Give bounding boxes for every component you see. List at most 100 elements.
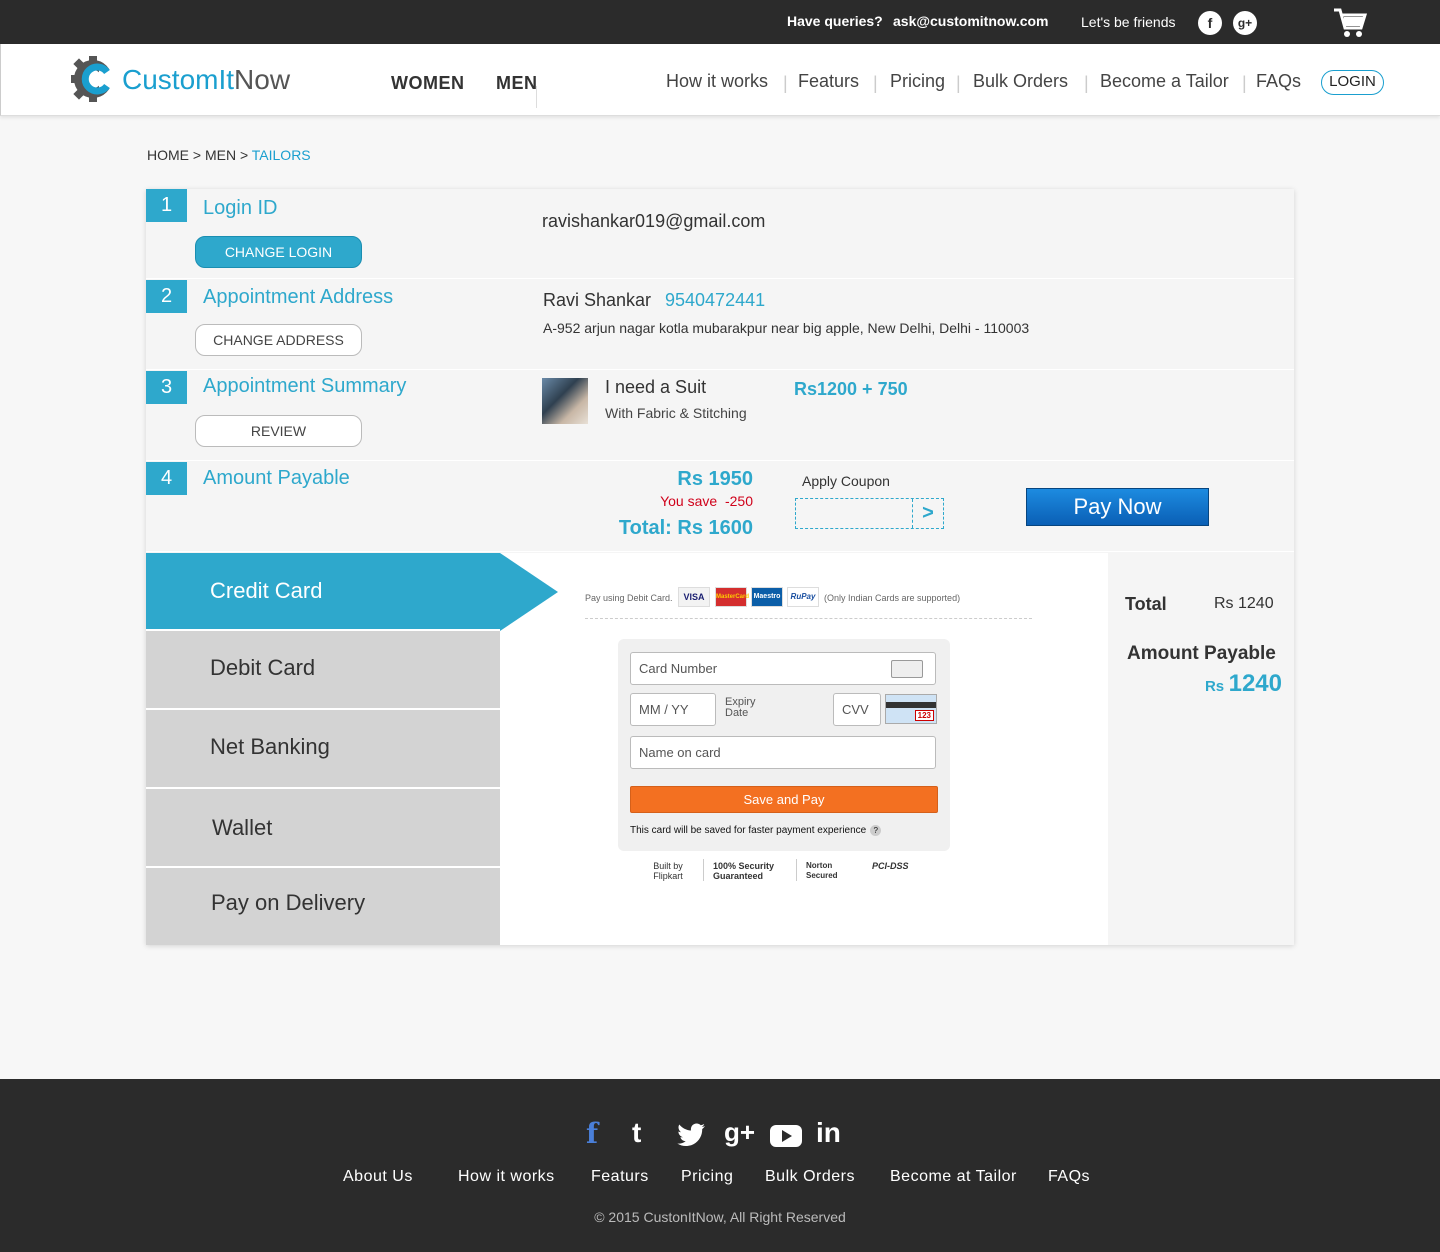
nav-separator: | bbox=[1242, 73, 1247, 93]
method-wallet[interactable]: Wallet bbox=[146, 789, 500, 868]
method-pay-on-delivery[interactable]: Pay on Delivery bbox=[146, 868, 500, 945]
site-footer: f t g+ in About Us How it works Featurs … bbox=[0, 1079, 1440, 1252]
save-and-pay-button[interactable]: Save and Pay bbox=[630, 786, 938, 813]
expiry-field[interactable]: MM / YY bbox=[630, 693, 716, 726]
accepted-cards-row: Pay using Debit Card. VISA MasterCard Ma… bbox=[585, 587, 1032, 619]
pci-dss-badge: PCI-DSS bbox=[872, 861, 909, 871]
norton-badge: Norton Secured bbox=[806, 861, 838, 880]
summary-total-value: Rs 1240 bbox=[1214, 595, 1274, 612]
coupon-input[interactable]: > bbox=[795, 498, 944, 529]
help-icon[interactable]: ? bbox=[870, 825, 882, 836]
friends-label: Let's be friends bbox=[1081, 14, 1176, 30]
change-address-button[interactable]: CHANGE ADDRESS bbox=[195, 324, 362, 356]
checkout-card: 1 Login ID CHANGE LOGIN ravishankar019@g… bbox=[146, 189, 1294, 945]
customer-address: A-952 arjun nagar kotla mubarakpur near … bbox=[543, 320, 1030, 336]
apply-coupon-button[interactable]: > bbox=[912, 499, 943, 528]
login-button[interactable]: LOGIN bbox=[1321, 70, 1384, 95]
step-title: Amount Payable bbox=[203, 467, 350, 489]
customer-name: Ravi Shankar bbox=[543, 290, 652, 310]
total-value: Total: Rs 1600 bbox=[618, 517, 753, 539]
footer-faqs[interactable]: FAQs bbox=[1048, 1168, 1090, 1186]
nav-how-it-works[interactable]: How it works bbox=[666, 71, 768, 92]
footer-become-tailor[interactable]: Become at Tailor bbox=[890, 1168, 1017, 1186]
logo-text[interactable]: CustomItNow bbox=[122, 64, 290, 96]
card-form: Card Number MM / YY Expiry Date CVV 123 … bbox=[618, 639, 950, 851]
nav-faqs[interactable]: FAQs bbox=[1256, 71, 1301, 92]
name-on-card-field[interactable]: Name on card bbox=[630, 736, 936, 769]
cards-note: (Only Indian Cards are supported) bbox=[824, 593, 961, 603]
queries-label: Have queries? bbox=[787, 13, 883, 29]
footer-bulk-orders[interactable]: Bulk Orders bbox=[765, 1168, 855, 1186]
breadcrumb-path[interactable]: HOME > MEN > bbox=[147, 147, 252, 163]
badge-divider bbox=[703, 859, 704, 881]
footer-youtube-icon[interactable] bbox=[770, 1125, 802, 1147]
order-summary: Total Rs 1240 Amount Payable Rs 1240 bbox=[1108, 553, 1294, 945]
pay-now-button[interactable]: Pay Now bbox=[1026, 488, 1209, 526]
order-item-title: I need a Suit bbox=[605, 377, 707, 397]
nav-bulk-orders[interactable]: Bulk Orders bbox=[973, 71, 1068, 92]
mastercard-icon: MasterCard bbox=[715, 587, 749, 607]
step-number: 4 bbox=[146, 462, 187, 495]
support-email-link[interactable]: ask@customitnow.com bbox=[893, 13, 1049, 29]
cart-icon[interactable] bbox=[1333, 7, 1367, 39]
badge-divider bbox=[796, 859, 797, 881]
cvv-field[interactable]: CVV bbox=[833, 693, 881, 726]
nav-separator: | bbox=[1084, 73, 1089, 93]
site-header: CustomItNow WOMEN MEN How it works | Fea… bbox=[0, 44, 1440, 116]
nav-women[interactable]: WOMEN bbox=[391, 73, 465, 94]
footer-google-plus-icon[interactable]: g+ bbox=[724, 1117, 755, 1148]
footer-linkedin-icon[interactable]: in bbox=[816, 1117, 841, 1149]
footer-twitter-icon[interactable] bbox=[676, 1123, 706, 1147]
card-icon bbox=[891, 660, 923, 678]
step-title: Appointment Address bbox=[203, 286, 394, 308]
change-login-button[interactable]: CHANGE LOGIN bbox=[195, 236, 362, 268]
summary-total-label: Total bbox=[1125, 594, 1167, 614]
security-badge: 100% Security Guaranteed bbox=[713, 861, 775, 881]
footer-features[interactable]: Featurs bbox=[591, 1168, 649, 1186]
visa-icon: VISA bbox=[678, 587, 710, 607]
method-credit-card[interactable]: Credit Card bbox=[146, 553, 500, 631]
maestro-icon: Maestro bbox=[751, 587, 783, 607]
facebook-icon[interactable]: f bbox=[1198, 11, 1222, 35]
footer-pricing[interactable]: Pricing bbox=[681, 1168, 733, 1186]
customer-phone: 9540472441 bbox=[665, 290, 766, 310]
order-item-price: Rs1200 + 750 bbox=[794, 379, 908, 399]
logo-gear-icon[interactable] bbox=[71, 54, 121, 104]
savings: You save -250 bbox=[660, 493, 753, 509]
footer-tumblr-icon[interactable]: t bbox=[632, 1117, 641, 1149]
summary-payable-label: Amount Payable bbox=[1127, 643, 1276, 664]
order-item-subtitle: With Fabric & Stitching bbox=[605, 405, 747, 421]
method-debit-card[interactable]: Debit Card bbox=[146, 631, 500, 710]
save-card-note: This card will be saved for faster payme… bbox=[630, 825, 882, 836]
method-net-banking[interactable]: Net Banking bbox=[146, 710, 500, 789]
card-number-field[interactable]: Card Number bbox=[630, 652, 936, 685]
nav-separator: | bbox=[956, 73, 961, 93]
step-number: 2 bbox=[146, 280, 187, 313]
payment-section: Credit Card Debit Card Net Banking Walle… bbox=[146, 553, 1294, 945]
expiry-label: Expiry Date bbox=[725, 696, 756, 719]
footer-facebook-icon[interactable]: f bbox=[586, 1117, 598, 1150]
footer-how-it-works[interactable]: How it works bbox=[458, 1168, 555, 1186]
nav-features[interactable]: Featurs bbox=[798, 71, 859, 92]
footer-about-us[interactable]: About Us bbox=[343, 1168, 413, 1186]
google-plus-icon[interactable]: g+ bbox=[1233, 11, 1257, 35]
review-button[interactable]: REVIEW bbox=[195, 415, 362, 447]
summary-payable-value: Rs 1240 bbox=[1204, 670, 1282, 697]
step-number: 3 bbox=[146, 371, 187, 404]
copyright: © 2015 CustonItNow, All Right Reserved bbox=[594, 1209, 846, 1225]
amount-value: Rs 1950 bbox=[677, 468, 753, 490]
flipkart-badge: Built by Flipkart bbox=[653, 861, 683, 881]
breadcrumb-current: TAILORS bbox=[251, 147, 311, 163]
active-method-arrow bbox=[500, 553, 558, 631]
coupon-label: Apply Coupon bbox=[802, 473, 890, 489]
step-login: 1 Login ID CHANGE LOGIN bbox=[146, 189, 1294, 279]
nav-men[interactable]: MEN bbox=[496, 73, 538, 94]
nav-become-tailor[interactable]: Become a Tailor bbox=[1100, 71, 1229, 92]
nav-separator: | bbox=[873, 73, 878, 93]
step-number: 1 bbox=[146, 189, 187, 222]
nav-pricing[interactable]: Pricing bbox=[890, 71, 945, 92]
accepted-cards-label: Pay using Debit Card. bbox=[585, 593, 673, 603]
nav-divider bbox=[536, 86, 537, 108]
cvv-card-icon: 123 bbox=[885, 694, 937, 724]
step-title: Login ID bbox=[203, 197, 278, 219]
